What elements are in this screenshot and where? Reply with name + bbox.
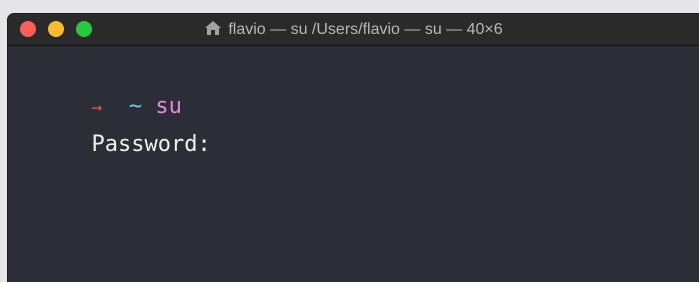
window-title: flavio — su /Users/flavio — su — 40×6	[8, 14, 699, 45]
terminal-line: Password:	[12, 88, 210, 157]
window-title-text: flavio — su /Users/flavio — su — 40×6	[228, 21, 503, 38]
terminal-window: flavio — su /Users/flavio — su — 40×6 → …	[8, 14, 699, 282]
title-bar[interactable]: flavio — su /Users/flavio — su — 40×6	[8, 14, 699, 46]
terminal-line: → ~ su	[12, 50, 181, 119]
terminal-output[interactable]: → ~ su Password:	[8, 46, 699, 282]
home-icon	[204, 16, 222, 47]
password-prompt: Password:	[91, 132, 211, 157]
